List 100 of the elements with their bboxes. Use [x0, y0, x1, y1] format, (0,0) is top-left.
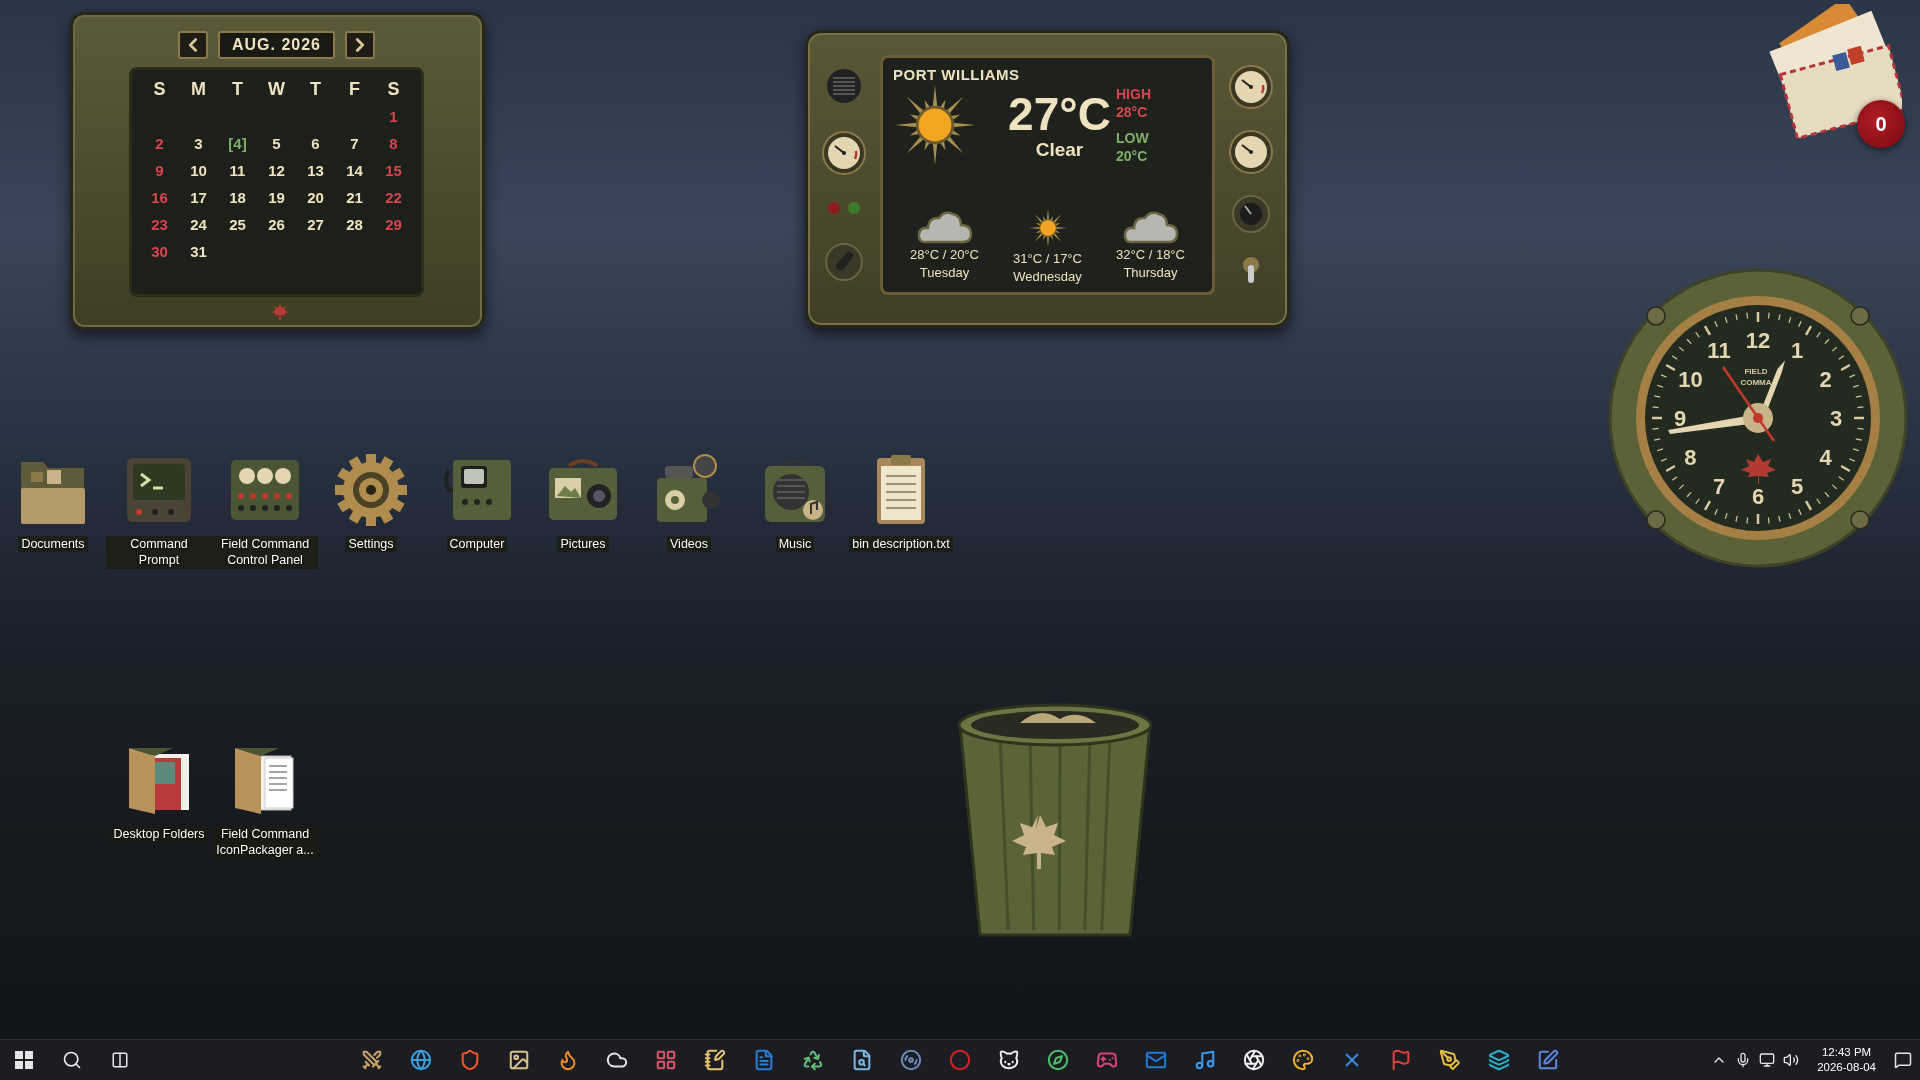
calendar-day[interactable]: 9: [140, 162, 179, 179]
shortcut-label[interactable]: Videos: [667, 536, 711, 553]
shortcut-label[interactable]: Settings: [345, 536, 397, 553]
high-label: HIGH: [1116, 86, 1151, 102]
file-search-icon: [851, 1049, 873, 1071]
shortcut-label[interactable]: Music: [775, 536, 815, 553]
clock-numeral: 5: [1790, 473, 1804, 499]
weekday-label: W: [267, 79, 286, 100]
toggle-switch-icon: [1240, 254, 1262, 285]
swords-icon: [361, 1049, 383, 1071]
edit-icon: [1537, 1049, 1559, 1071]
calendar-day[interactable]: 29: [374, 216, 413, 233]
shortcut-label[interactable]: Command Prompt: [106, 536, 212, 569]
recycle-icon: [802, 1049, 824, 1071]
month-label: AUG. 2026: [217, 31, 335, 59]
clock-numeral: 6: [1751, 484, 1765, 509]
calendar-day[interactable]: 6: [296, 135, 335, 152]
image-icon: [508, 1049, 530, 1071]
calendar-day[interactable]: 22: [374, 189, 413, 206]
calendar-day[interactable]: 24: [179, 216, 218, 233]
maple-leaf-icon: [271, 303, 289, 321]
calendar-day[interactable]: 28: [335, 216, 374, 233]
clock-numeral: 3: [1829, 406, 1843, 431]
speaker-grille-icon: [826, 68, 862, 105]
high-temperature: 28°C: [1116, 104, 1148, 120]
taskbar-time[interactable]: 12:43 PM: [1821, 1045, 1872, 1060]
flag-icon: [1390, 1049, 1412, 1071]
calendar-day[interactable]: 1: [374, 108, 413, 125]
current-temperature: 27°C: [1008, 88, 1111, 140]
shortcut-label[interactable]: Desktop Folders: [110, 826, 208, 843]
calendar-day[interactable]: 21: [335, 189, 374, 206]
calendar-day[interactable]: 19: [257, 189, 296, 206]
clock-numeral: 11: [1707, 338, 1731, 364]
calendar-day[interactable]: 5: [257, 135, 296, 152]
calendar-day[interactable]: 26: [257, 216, 296, 233]
clock-numeral: 10: [1678, 367, 1703, 392]
indicator-lights-icon: [826, 201, 862, 216]
forecast-range: 31°C / 17°C: [1013, 251, 1082, 266]
clock-numeral: 8: [1684, 445, 1697, 470]
shortcut-label[interactable]: Documents: [18, 536, 88, 553]
calendar-day[interactable]: 7: [335, 135, 374, 152]
gear-icon[interactable]: [333, 452, 409, 528]
calendar-day[interactable]: [4]: [218, 135, 257, 152]
layers-icon: [1488, 1049, 1510, 1071]
forecast-range: 28°C / 20°C: [910, 247, 979, 262]
clock-brand-label: COMMA: [1740, 378, 1772, 387]
pen-icon: [1439, 1049, 1461, 1071]
calendar-day[interactable]: 18: [218, 189, 257, 206]
next-month-button[interactable]: [345, 31, 375, 59]
task-view-icon: [111, 1051, 129, 1069]
notification-icon[interactable]: [1894, 1051, 1912, 1069]
shortcut-label[interactable]: Field Command Control Panel: [212, 536, 318, 569]
calendar-day[interactable]: 10: [179, 162, 218, 179]
cloud-icon: [1122, 208, 1179, 244]
gauge-icon: [1229, 65, 1273, 110]
weekday-label: T: [309, 79, 322, 100]
calendar-day[interactable]: 3: [179, 135, 218, 152]
search-icon: [62, 1050, 82, 1070]
clock-numeral: 12: [1745, 328, 1771, 353]
calendar-day[interactable]: 27: [296, 216, 335, 233]
aperture-icon: [1243, 1049, 1265, 1071]
document-icon: [753, 1049, 775, 1071]
calendar-day[interactable]: 14: [335, 162, 374, 179]
calendar-day[interactable]: 25: [218, 216, 257, 233]
shortcut-label[interactable]: Computer: [446, 536, 508, 553]
shortcut-label[interactable]: bin description.txt: [849, 536, 953, 553]
calendar-day[interactable]: 8: [374, 135, 413, 152]
weekday-label: M: [190, 79, 207, 100]
grid-icon: [655, 1049, 677, 1071]
forecast-day: Wednesday: [1013, 269, 1082, 284]
calendar-day[interactable]: 16: [140, 189, 179, 206]
clock-numeral: 2: [1819, 367, 1832, 392]
cloud-icon: [916, 208, 973, 244]
cat-icon: [998, 1049, 1020, 1071]
forecast-day: Thursday: [1123, 265, 1178, 280]
calendar-day[interactable]: 12: [257, 162, 296, 179]
calendar-day[interactable]: 20: [296, 189, 335, 206]
shortcut-label[interactable]: Pictures: [557, 536, 609, 553]
calendar-day[interactable]: 2: [140, 135, 179, 152]
weekday-label: T: [231, 79, 244, 100]
taskbar-date[interactable]: 2026-08-04: [1817, 1060, 1876, 1075]
calendar-day[interactable]: 23: [140, 216, 179, 233]
network-icon[interactable]: [1759, 1052, 1776, 1068]
calendar-day[interactable]: 30: [140, 243, 179, 260]
mail-icon: [1145, 1049, 1167, 1071]
forecast-day: Tuesday: [919, 265, 970, 280]
location-label: PORT WILLIAMS: [893, 66, 1021, 83]
calendar-day[interactable]: 11: [218, 162, 257, 179]
gauge-icon: [822, 130, 866, 175]
calendar-day[interactable]: 15: [374, 162, 413, 179]
low-temperature: 20°C: [1116, 148, 1148, 164]
calendar-day[interactable]: 17: [179, 189, 218, 206]
previous-month-button[interactable]: [177, 31, 208, 59]
calendar-day[interactable]: 31: [179, 243, 218, 260]
music-icon: [1194, 1049, 1216, 1071]
volume-icon[interactable]: [1783, 1052, 1800, 1068]
calendar-day[interactable]: 13: [296, 162, 335, 179]
condition-label: Clear: [1035, 139, 1084, 162]
forecast-range: 32°C / 18°C: [1116, 247, 1185, 262]
shortcut-label[interactable]: Field Command IconPackager a...: [212, 826, 318, 859]
